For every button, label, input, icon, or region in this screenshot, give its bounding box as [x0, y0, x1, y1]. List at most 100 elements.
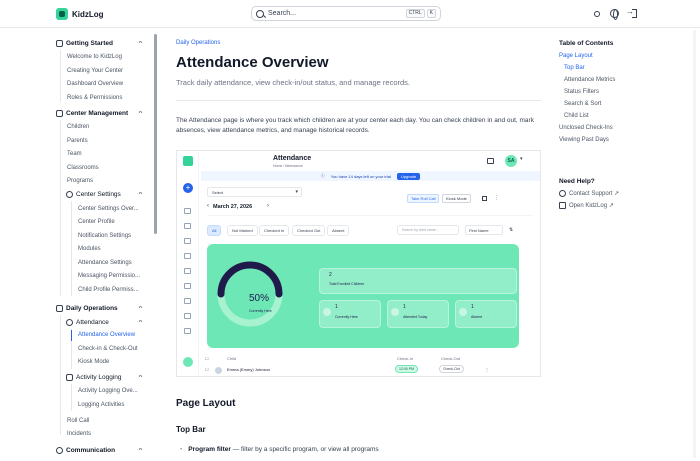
sidebar-section-getting-started[interactable]: Getting Started ^	[56, 40, 142, 47]
subsection-label: Attendance	[76, 319, 109, 326]
sidebar-item-activity-logging-overview[interactable]: Activity Logging Ove...	[78, 388, 138, 394]
user-check-icon	[66, 319, 73, 326]
child-name: Emma (Emmy) Johnson	[227, 367, 270, 372]
sidebar-item-roll-call[interactable]: Roll Call	[67, 418, 89, 424]
toc-title: Table of Contents	[559, 40, 614, 47]
toc-item-top-bar[interactable]: Top Bar	[564, 65, 585, 71]
page-title: Attendance Overview	[176, 54, 329, 71]
section-title-page-layout: Page Layout	[176, 398, 236, 409]
bullet-text: — filter by a specific program, or view …	[230, 446, 379, 453]
globe-icon[interactable]	[610, 9, 619, 20]
sidebar-item-messaging-permissions[interactable]: Messaging Permissio...	[78, 273, 140, 279]
breadcrumb[interactable]: Daily Operations	[176, 40, 220, 46]
sidebar-item-parents[interactable]: Parents	[67, 138, 88, 144]
toc-item-viewing-past-days[interactable]: Viewing Past Days	[559, 137, 609, 143]
book-icon	[184, 223, 191, 229]
sidebar-item-center-settings-overview[interactable]: Center Settings Over...	[78, 206, 139, 212]
page-scrollbar[interactable]	[693, 30, 696, 458]
sidebar-item-check-in-out[interactable]: Check-in & Check-Out	[78, 346, 138, 352]
sidebar-item-welcome[interactable]: Welcome to KidzLog	[67, 54, 122, 60]
sidebar-item-incidents[interactable]: Incidents	[67, 431, 91, 437]
home-icon	[323, 308, 331, 316]
kiosk-mode-button: Kiosk Mode	[442, 194, 471, 203]
rocket-icon	[56, 40, 63, 47]
trial-text: You have 14 days left on your trial	[330, 173, 391, 179]
sidebar-subsection-center-settings[interactable]: Center Settings ^	[66, 191, 142, 198]
sidebar-item-dashboard-overview[interactable]: Dashboard Overview	[67, 81, 123, 87]
child-search-input: Search by child name...	[397, 225, 459, 235]
section-label: Daily Operations	[66, 305, 118, 312]
search-input[interactable]: Search... CTRL K	[251, 6, 441, 21]
chevron-up-icon[interactable]: ^	[139, 306, 143, 312]
row-checkbox: ☐	[205, 367, 209, 372]
sidebar-item-center-profile[interactable]: Center Profile	[78, 219, 115, 225]
sidebar-item-classrooms[interactable]: Classrooms	[67, 165, 99, 171]
search-placeholder: Search...	[268, 10, 297, 17]
sidebar-item-modules[interactable]: Modules	[78, 246, 101, 252]
app-page-title: Attendance	[273, 155, 312, 162]
sidebar-scrollbar[interactable]	[154, 34, 157, 234]
toc-item-status-filters[interactable]: Status Filters	[564, 89, 599, 95]
sun-icon[interactable]	[593, 10, 600, 17]
help-title: Need Help?	[559, 178, 595, 185]
section-label: Getting Started	[66, 40, 113, 47]
toc-item-page-layout[interactable]: Page Layout	[559, 53, 593, 59]
toc-item-search-sort[interactable]: Search & Sort	[564, 101, 601, 107]
users-icon	[184, 283, 191, 289]
sidebar-item-roles[interactable]: Roles & Permissions	[67, 95, 122, 101]
chevron-up-icon[interactable]: ^	[139, 41, 143, 47]
contact-support-label: Contact Support ↗	[569, 191, 620, 197]
table-of-contents: Table of Contents Page Layout Top Bar At…	[548, 28, 648, 461]
sidebar-item-children[interactable]: Children	[67, 124, 89, 130]
sidebar: Getting Started ^ Welcome to KidzLog Cre…	[0, 28, 158, 461]
stat-label: Absent	[471, 315, 482, 319]
chevron-up-icon[interactable]: ^	[139, 448, 143, 454]
sidebar-item-logging-activities[interactable]: Logging Activities	[78, 402, 124, 408]
col-check-in: Check-In	[397, 356, 414, 361]
sidebar-item-attendance-overview[interactable]: Attendance Overview	[78, 332, 135, 338]
clipboard-icon	[66, 374, 73, 381]
open-kidzlog-link[interactable]: Open KidzLog ↗	[559, 202, 614, 209]
sidebar-item-notification-settings[interactable]: Notification Settings	[78, 233, 131, 239]
subsection-title-top-bar: Top Bar	[176, 425, 206, 434]
sidebar-item-kiosk-mode[interactable]: Kiosk Mode	[78, 359, 109, 365]
sidebar-subsection-activity-logging[interactable]: Activity Logging ^	[66, 374, 142, 381]
sidebar-subsection-attendance[interactable]: Attendance ^	[66, 319, 142, 326]
chat-icon	[56, 447, 63, 454]
chevron-up-icon[interactable]: ^	[139, 192, 143, 198]
chevron-up-icon[interactable]: ^	[139, 375, 143, 381]
filter-tab-all: All	[207, 225, 222, 236]
avatar: SA	[505, 155, 517, 167]
toc-item-child-list[interactable]: Child List	[564, 113, 589, 119]
calendar-icon	[56, 305, 63, 312]
chevron-up-icon[interactable]: ^	[139, 111, 143, 117]
sidebar-item-creating-center[interactable]: Creating Your Center	[67, 68, 123, 74]
sign-out-icon[interactable]	[626, 7, 637, 18]
intro-paragraph: The Attendance page is where you track w…	[176, 117, 534, 134]
prev-day-icon: ‹	[207, 203, 209, 209]
contact-support-link[interactable]: Contact Support ↗	[559, 190, 619, 197]
sidebar-item-child-profile-permissions[interactable]: Child Profile Permiss...	[78, 287, 139, 293]
logo[interactable]: KidzLog	[56, 8, 104, 20]
sidebar-section-daily-operations[interactable]: Daily Operations ^	[56, 305, 142, 312]
take-roll-call-button: Take Roll Call	[407, 194, 440, 203]
sidebar-item-team[interactable]: Team	[67, 151, 82, 157]
sidebar-item-attendance-settings[interactable]: Attendance Settings	[78, 260, 132, 266]
sidebar-section-communication[interactable]: Communication ^	[56, 447, 142, 454]
chevron-up-icon[interactable]: ^	[139, 320, 143, 326]
list-item: • Program filter — filter by a specific p…	[180, 446, 379, 453]
messages-icon	[487, 158, 494, 164]
info-icon: ⓘ	[320, 173, 325, 178]
sidebar-section-center-management[interactable]: Center Management ^	[56, 110, 142, 117]
trial-banner: ⓘ You have 14 days left on your trial Up…	[201, 171, 540, 181]
document-icon	[184, 268, 191, 274]
current-date: March 27, 2026	[213, 204, 253, 210]
col-check-out: Check-Out	[441, 356, 461, 361]
settings-icon	[184, 328, 191, 334]
toc-item-unclosed-check-ins[interactable]: Unclosed Check-Ins	[559, 125, 613, 131]
sidebar-item-programs[interactable]: Programs	[67, 178, 93, 184]
bullet-term: Program filter	[188, 446, 231, 453]
building-icon	[56, 110, 63, 117]
toc-item-attendance-metrics[interactable]: Attendance Metrics	[564, 77, 615, 83]
logo-text: KidzLog	[72, 9, 104, 19]
